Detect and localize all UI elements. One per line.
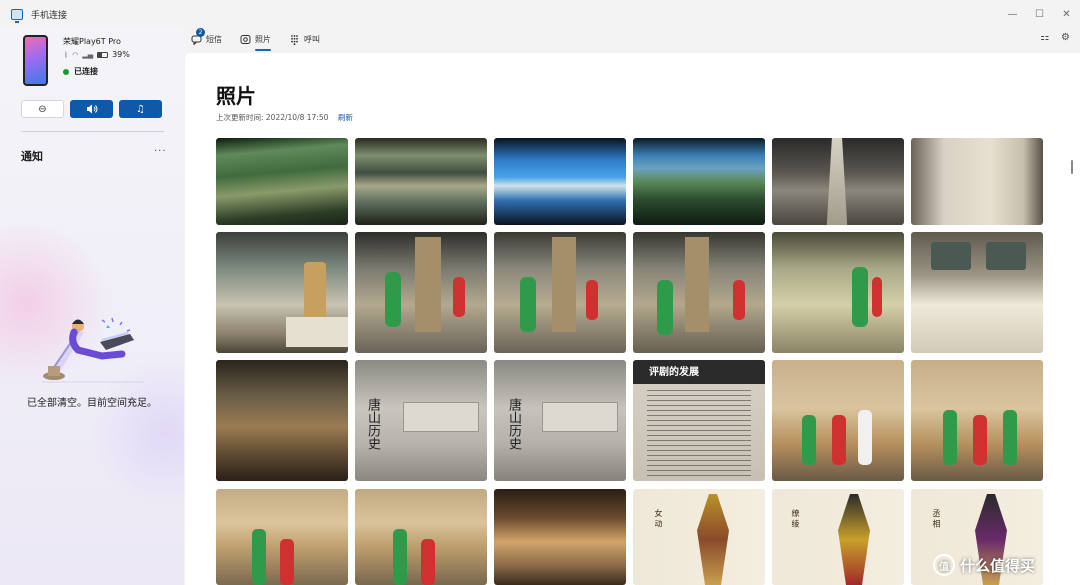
tab-photos[interactable]: 照片 bbox=[239, 30, 271, 51]
device-name: 荣耀Play6T Pro bbox=[63, 37, 121, 46]
tab-calls[interactable]: 呼叫 bbox=[288, 30, 320, 48]
photo-thumbnail[interactable]: 女 动 bbox=[633, 489, 765, 585]
do-not-disturb-button[interactable]: ⊖ bbox=[21, 100, 64, 118]
connection-status-label: 已连接 bbox=[74, 67, 98, 76]
tab-messages[interactable]: 2 短信 bbox=[190, 28, 222, 48]
apps-grid-icon[interactable]: ⚏ bbox=[1040, 32, 1049, 43]
message-icon: 2 bbox=[190, 28, 205, 45]
notifications-heading: 通知 bbox=[21, 150, 43, 163]
photo-thumbnail[interactable] bbox=[633, 232, 765, 353]
tab-calls-label: 呼叫 bbox=[304, 34, 320, 44]
smzdm-logo-icon: 值 bbox=[932, 554, 955, 576]
photo-thumbnail[interactable] bbox=[216, 360, 348, 481]
photo-grid: 唐山历史 唐山历史 评剧的发展 女 动 缭 绫 丞 相 值 什么值得买 bbox=[216, 138, 1044, 585]
unread-badge: 2 bbox=[196, 28, 205, 37]
photo-thumbnail[interactable] bbox=[355, 138, 487, 225]
battery-icon bbox=[97, 51, 109, 58]
signal-icon: ▂▄ bbox=[82, 50, 94, 59]
notifications-empty-message: 已全部清空。目前空间充足。 bbox=[27, 398, 157, 409]
page-title: 照片 bbox=[216, 84, 256, 108]
photo-thumbnail[interactable] bbox=[355, 489, 487, 585]
photo-thumbnail[interactable] bbox=[911, 360, 1043, 481]
dialpad-icon bbox=[288, 33, 300, 45]
photo-thumbnail[interactable]: 唐山历史 bbox=[355, 360, 487, 481]
caption-text: 丞 相 bbox=[932, 509, 941, 528]
photo-thumbnail[interactable] bbox=[772, 138, 904, 225]
phone-thumbnail bbox=[23, 35, 48, 86]
window-controls: — ☐ ✕ bbox=[999, 0, 1080, 28]
photo-thumbnail[interactable] bbox=[633, 138, 765, 225]
photo-icon bbox=[239, 33, 251, 45]
maximize-button[interactable]: ☐ bbox=[1026, 0, 1053, 28]
watermark-text: 什么值得买 bbox=[959, 556, 1035, 575]
music-note-icon: ♫ bbox=[136, 103, 145, 115]
photo-thumbnail[interactable] bbox=[772, 232, 904, 353]
photo-thumbnail[interactable] bbox=[216, 232, 348, 353]
settings-gear-icon[interactable]: ⚙ bbox=[1061, 32, 1070, 43]
audio-player-button[interactable]: ♫ bbox=[119, 100, 162, 118]
photo-thumbnail[interactable] bbox=[494, 489, 626, 585]
tab-photos-label: 照片 bbox=[255, 34, 271, 44]
close-button[interactable]: ✕ bbox=[1053, 0, 1080, 28]
caption-text: 唐山历史 bbox=[365, 398, 380, 450]
connected-dot-icon bbox=[63, 68, 69, 75]
photo-thumbnail[interactable]: 唐山历史 bbox=[494, 360, 626, 481]
photo-thumbnail[interactable] bbox=[355, 232, 487, 353]
battery-level: 39% bbox=[112, 50, 130, 59]
volume-button[interactable] bbox=[70, 100, 113, 118]
notifications-more-button[interactable]: ··· bbox=[154, 146, 167, 157]
connection-status: 已连接 bbox=[63, 66, 98, 77]
refresh-link[interactable]: 刷新 bbox=[338, 112, 353, 123]
device-status: ᛒ ◠ ▂▄ 39% bbox=[64, 50, 130, 59]
photo-thumbnail[interactable] bbox=[216, 138, 348, 225]
tab-bar: 2 短信 照片 呼叫 bbox=[190, 28, 337, 51]
sidebar: 荣耀Play6T Pro ᛒ ◠ ▂▄ 39% 已连接 ⊖ ♫ 通知 ··· 已… bbox=[0, 28, 184, 585]
caption-text: 评剧的发展 bbox=[649, 367, 699, 378]
top-right-tools: ⚏ ⚙ bbox=[1040, 32, 1070, 43]
photo-thumbnail[interactable] bbox=[216, 489, 348, 585]
minimize-button[interactable]: — bbox=[999, 0, 1026, 28]
bluetooth-icon: ᛒ bbox=[64, 50, 69, 59]
caption-text: 缭 绫 bbox=[791, 509, 800, 528]
wifi-icon: ◠ bbox=[72, 50, 79, 59]
title-bar: 手机连接 — ☐ ✕ bbox=[0, 0, 1080, 28]
photo-thumbnail[interactable]: 缭 绫 bbox=[772, 489, 904, 585]
dnd-icon: ⊖ bbox=[38, 103, 47, 115]
scrollbar[interactable] bbox=[1071, 160, 1073, 174]
photo-thumbnail[interactable] bbox=[772, 360, 904, 481]
window-title: 手机连接 bbox=[31, 10, 68, 21]
photo-thumbnail[interactable]: 评剧的发展 bbox=[633, 360, 765, 481]
caption-text: 女 动 bbox=[654, 509, 663, 528]
relaxing-person-illustration bbox=[42, 317, 144, 383]
photos-panel: 照片 上次更新时间: 2022/10/8 17:50 刷新 唐山历史 唐山历史 … bbox=[185, 53, 1080, 585]
photo-thumbnail[interactable]: 丞 相 值 什么值得买 bbox=[911, 489, 1043, 585]
photo-thumbnail[interactable] bbox=[494, 232, 626, 353]
photo-thumbnail[interactable] bbox=[911, 138, 1043, 225]
photo-thumbnail[interactable] bbox=[911, 232, 1043, 353]
last-updated-text: 上次更新时间: 2022/10/8 17:50 bbox=[216, 113, 329, 122]
phone-link-app-icon bbox=[11, 8, 23, 23]
watermark: 值 什么值得买 bbox=[932, 554, 1035, 576]
divider bbox=[21, 131, 164, 132]
photo-thumbnail[interactable] bbox=[494, 138, 626, 225]
caption-text: 唐山历史 bbox=[506, 398, 521, 450]
tab-messages-label: 短信 bbox=[206, 34, 222, 44]
speaker-icon bbox=[86, 104, 97, 114]
